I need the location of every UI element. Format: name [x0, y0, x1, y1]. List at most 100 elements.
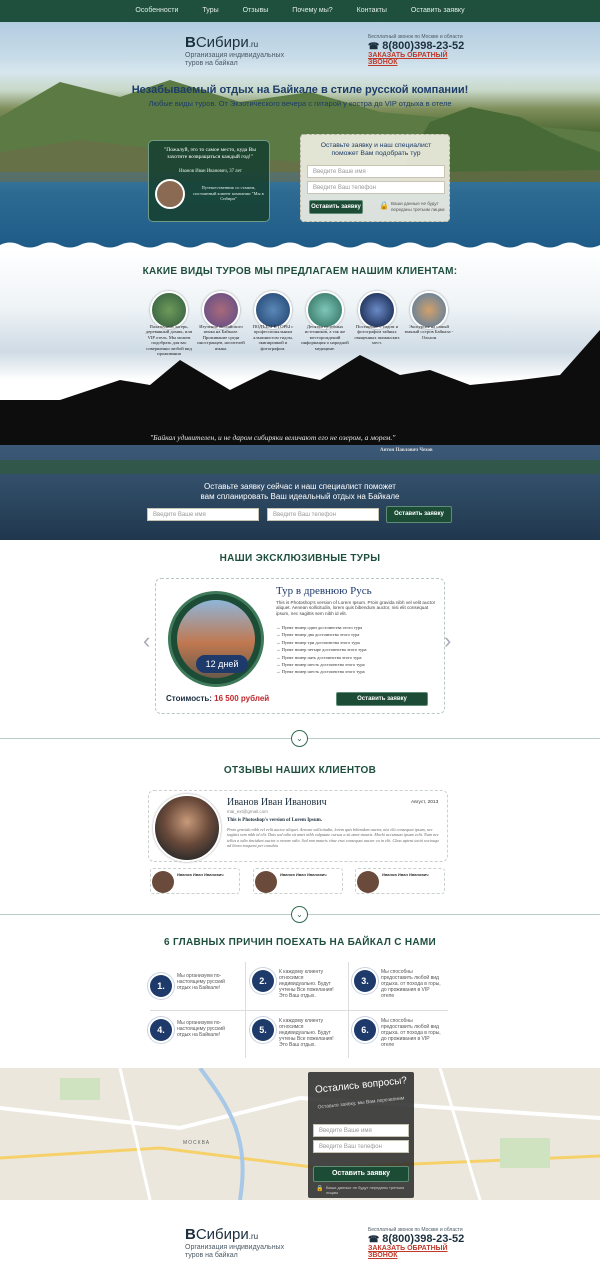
footer-logo[interactable]: ВСибири.ru Организация индивидуальных ту… — [185, 1226, 284, 1260]
review-text: Proin gravida nibh vel velit auctor aliq… — [227, 827, 439, 848]
footer-phone[interactable]: ☎ 8(800)398-23-52 — [368, 1233, 468, 1245]
reason-text: Мы способны предоставить любой вид отдых… — [381, 969, 441, 999]
tour-bullet: → Пункт номер три достоинства этого тура — [276, 639, 360, 645]
nav-why-us[interactable]: Почему мы? — [280, 0, 344, 22]
hero-phone-input[interactable]: Введите Ваш телефон — [307, 181, 445, 194]
quote-author: Антон Павлович Чехов — [380, 448, 433, 453]
tour-price: 16 500 рублей — [214, 694, 270, 703]
logo-domain: .ru — [248, 40, 259, 49]
review-date: Август, 2013 — [411, 800, 439, 805]
hero-title: Незабываемый отдых на Байкале в стиле ру… — [131, 84, 469, 96]
tour-order-button[interactable]: Оставить заявку — [336, 692, 428, 706]
testimonial-quote: "Пожалуй, это то самое место, куда Вы за… — [164, 147, 256, 160]
chekhov-quote: "Байкал удивителен, и не даром сибиряки … — [150, 433, 396, 442]
tour-types-title: КАКИЕ ВИДЫ ТУРОВ МЫ ПРЕДЛАГАЕМ НАШИМ КЛИ… — [142, 266, 458, 277]
logo-tagline-2: туров на байкал — [185, 60, 238, 67]
reason-text: К каждому клиенту относимся индивидуальн… — [279, 1018, 334, 1048]
callback-link[interactable]: ЗАКАЗАТЬ ОБРАТНЫЙ ЗВОНОК — [368, 1245, 468, 1259]
contact-submit-button[interactable]: Оставить заявку — [313, 1166, 409, 1182]
hero-name-input[interactable]: Введите Ваше имя — [307, 165, 445, 178]
testimonial-desc: Путешественник со стажем, постоянный кли… — [193, 185, 264, 201]
reviews-title: ОТЗЫВЫ НАШИХ КЛИЕНТОВ — [223, 765, 377, 776]
logo-domain: .ru — [248, 1232, 259, 1241]
contact-subtitle: Оставьте заявку, мы Вам перезвоним — [317, 1095, 405, 1111]
reviewer-avatar — [153, 794, 221, 862]
hero-subtitle: Любые виды туров. От Экзотического вечер… — [148, 99, 452, 108]
map-section[interactable]: МОСКВА — [0, 1068, 600, 1200]
reason-text: Мы организуем по-настоящему русский отды… — [177, 1020, 225, 1038]
mini-name: Иванов Иван Иванович — [280, 872, 327, 877]
tours-form-title-1: Оставьте заявку сейчас и наш специалист … — [204, 482, 396, 491]
reasons-title: 6 ГЛАВНЫХ ПРИЧИН ПОЕХАТЬ НА БАЙКАЛ С НАМ… — [164, 937, 436, 948]
reason-number: 1. — [150, 975, 172, 997]
city-map-image — [0, 1068, 600, 1200]
tour-bullet: → Пункт номер шесть достоинства этого ту… — [276, 662, 365, 668]
phone-icon: ☎ — [368, 1234, 380, 1244]
contact-privacy-note: Ваши данные не будут переданы третьим ли… — [326, 1185, 405, 1195]
reason-number: 5. — [252, 1019, 274, 1041]
mini-avatar — [357, 871, 379, 893]
reviewer-name: Иванов Иван Иванович — [227, 797, 327, 808]
logo-letter: В — [185, 34, 196, 51]
tour-card: 12 дней Тур в древнюю Русь This is Photo… — [155, 578, 445, 714]
tour-bullet: → Пункт номер один достоинства этого тур… — [276, 625, 363, 630]
tours-submit-button[interactable]: Оставить заявку — [386, 506, 452, 523]
hero-submit-button[interactable]: Оставить заявку — [309, 200, 363, 214]
mini-avatar — [255, 871, 277, 893]
testimonial-avatar — [155, 179, 185, 209]
reviewer-email: mai_ext@gmail.com — [227, 809, 268, 814]
testimonial-person: Иванов Иван Иванович, 37 лет — [179, 169, 242, 174]
top-nav: Особенности Туры Отзывы Почему мы? Конта… — [0, 0, 600, 22]
review-mini-1[interactable]: Иванов Иван Иванович — [150, 868, 240, 894]
hero-form: Оставьте заявку и наш специалист поможет… — [300, 134, 450, 222]
phone-icon: ☎ — [368, 41, 380, 51]
header-logo[interactable]: ВСибири.ru Организация индивидуальных ту… — [185, 34, 284, 68]
callback-link[interactable]: ЗАКАЗАТЬ ОБРАТНЫЙ ЗВОНОК — [368, 52, 468, 66]
header-phone[interactable]: ☎ 8(800)398-23-52 — [368, 40, 468, 52]
contact-name-input[interactable]: Введите Ваше имя — [313, 1124, 409, 1137]
logo-tagline-1: Организация индивидуальных — [185, 52, 285, 59]
hero-privacy-note: Ваши данные не будут переданы третьим ли… — [391, 201, 445, 212]
tour-bullet: → Пункт номер два достоинства этого тура — [276, 632, 360, 638]
phone-number: 8(800)398-23-52 — [382, 1233, 465, 1245]
scroll-down-icon[interactable]: ⌄ — [291, 906, 308, 923]
lock-icon: 🔒 — [316, 1186, 324, 1192]
scroll-down-icon[interactable]: ⌄ — [291, 730, 308, 747]
mini-name: Иванов Иван Иванович — [177, 872, 224, 877]
testimonial-card: "Пожалуй, это то самое место, куда Вы за… — [148, 140, 270, 222]
logo-name: Сибири — [195, 34, 249, 51]
review-card: Иванов Иван Иванович mai_ext@gmail.com А… — [148, 790, 448, 862]
header-contacts: Бесплатный звонок по Москве и области ☎ … — [368, 34, 468, 66]
tour-bullet: → Пункт номер четыре достоинства этого т… — [276, 647, 367, 653]
tours-phone-input[interactable]: Введите Ваш телефон — [267, 508, 379, 521]
tour-bullet: → Пункт номер шесть достоинства этого ту… — [276, 669, 365, 675]
review-headline: This is Photoshop's version of Lorem Ips… — [227, 818, 323, 823]
nav-tours[interactable]: Туры — [190, 0, 230, 22]
tours-form-title-2: вам спланировать Ваш идеальный отдых на … — [200, 492, 400, 501]
contact-form: Остались вопросы? Оставьте заявку, мы Ва… — [308, 1072, 414, 1198]
tour-name: Тур в древнюю Русь — [276, 585, 372, 597]
logo-tagline-2: туров на байкал — [185, 1252, 238, 1259]
contact-phone-input[interactable]: Введите Ваш телефон — [313, 1140, 409, 1153]
tours-name-input[interactable]: Введите Ваше имя — [147, 508, 259, 521]
next-arrow-icon[interactable]: › — [444, 628, 451, 654]
tour-price-row: Стоимость: 16 500 рублей — [166, 694, 269, 703]
nav-order[interactable]: Оставить заявку — [399, 0, 477, 22]
review-mini-3[interactable]: Иванов Иван Иванович — [355, 868, 445, 894]
review-mini-2[interactable]: Иванов Иван Иванович — [253, 868, 343, 894]
reason-number: 6. — [354, 1019, 376, 1041]
hero-form-title: Оставьте заявку и наш специалист поможет… — [320, 142, 432, 157]
nav-contacts[interactable]: Контакты — [345, 0, 399, 22]
tours-form-title: Оставьте заявку сейчас и наш специалист … — [0, 482, 600, 502]
prev-arrow-icon[interactable]: ‹ — [143, 628, 150, 654]
reason-number: 4. — [150, 1019, 172, 1041]
reason-text: К каждому клиенту относимся индивидуальн… — [279, 969, 334, 999]
nav-features[interactable]: Особенности — [123, 0, 190, 22]
tour-duration-badge: 12 дней — [196, 655, 248, 673]
hero-section: ВСибири.ru Организация индивидуальных ту… — [0, 22, 600, 250]
map-city-label: МОСКВА — [183, 1140, 211, 1146]
nav-reviews[interactable]: Отзывы — [231, 0, 281, 22]
tour-description: This is Photoshop's version of Lorem Ips… — [276, 600, 436, 616]
footer-contacts: Бесплатный звонок по Москве и области ☎ … — [368, 1227, 468, 1259]
reason-number: 2. — [252, 970, 274, 992]
